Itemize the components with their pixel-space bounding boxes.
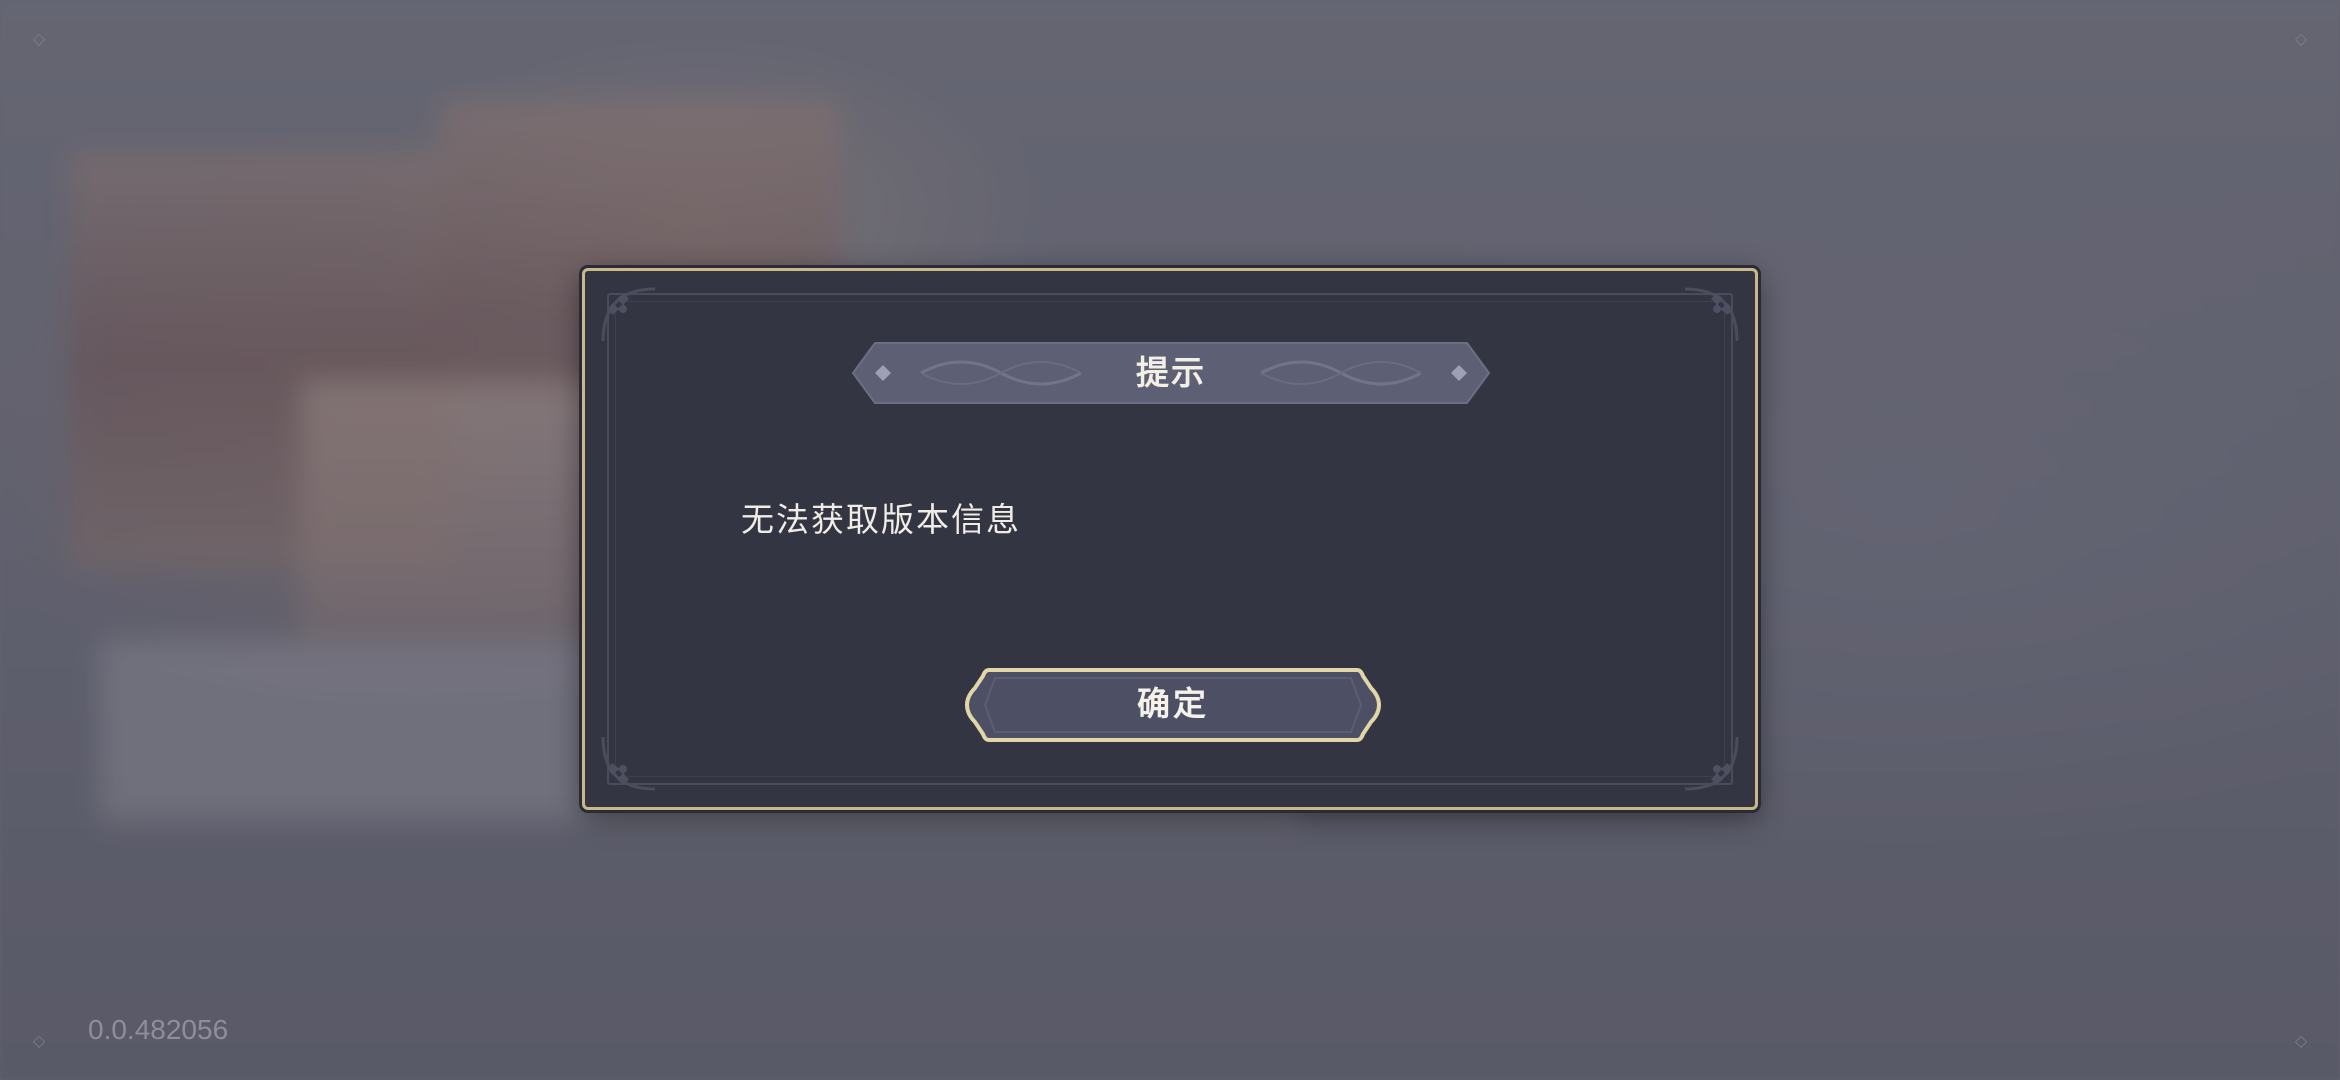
- dialog-message: 无法获取版本信息: [741, 500, 1021, 539]
- fleur-de-lis-icon: [1681, 733, 1741, 793]
- corner-mark-icon: ◇: [2294, 1031, 2308, 1050]
- confirm-button[interactable]: 确定: [965, 666, 1381, 744]
- version-label: 0.0.482056: [88, 1014, 229, 1045]
- fleur-de-lis-icon: [599, 285, 659, 345]
- corner-mark-icon: ◇: [32, 29, 46, 48]
- dialog-title: 提示: [1136, 353, 1206, 392]
- confirm-button-label: 确定: [1137, 684, 1209, 723]
- fleur-de-lis-icon: [599, 733, 659, 793]
- dialog-title-banner: 提示: [851, 341, 1491, 405]
- corner-mark-icon: ◇: [2294, 29, 2308, 48]
- fleur-de-lis-icon: [1681, 285, 1741, 345]
- corner-mark-icon: ◇: [32, 1031, 46, 1050]
- alert-dialog: 提示 无法获取版本信息 确定: [582, 268, 1758, 810]
- game-screen: ◇ ◇ ◇ ◇ 提示 无法获取版本信息 确定 0.0.482056: [0, 0, 2340, 1080]
